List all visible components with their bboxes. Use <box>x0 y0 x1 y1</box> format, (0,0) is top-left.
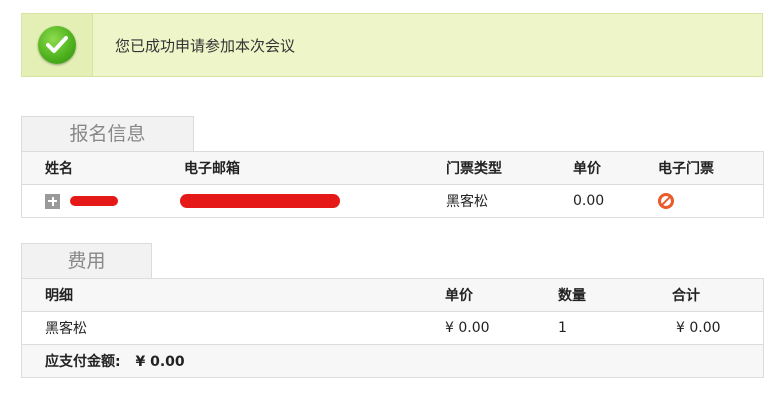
column-header-subtotal: 合计 <box>672 278 764 312</box>
column-header-eticket: 电子门票 <box>658 151 764 185</box>
ticket-type-cell: 黑客松 <box>446 184 573 218</box>
banner-icon-box <box>22 14 93 76</box>
fee-price-cell: ¥ 0.00 <box>445 311 558 345</box>
table-row: 黑客松 ¥ 0.00 1 ¥ 0.00 <box>21 311 764 345</box>
column-header-item: 明细 <box>21 278 445 312</box>
prohibited-icon <box>658 193 674 209</box>
column-header-price: 单价 <box>573 151 658 185</box>
tab-fees: 费用 <box>21 243 152 279</box>
column-header-email: 电子邮箱 <box>184 151 446 185</box>
eticket-cell <box>658 184 764 218</box>
fee-quantity-cell: 1 <box>558 311 672 345</box>
price-cell: 0.00 <box>573 184 658 218</box>
total-row: 应支付金额: ¥ 0.00 <box>21 344 764 378</box>
column-header-name: 姓名 <box>21 151 184 185</box>
total-amount: ¥ 0.00 <box>135 354 185 370</box>
column-header-quantity: 数量 <box>558 278 672 312</box>
column-header-ticket-type: 门票类型 <box>446 151 573 185</box>
success-banner: 您已成功申请参加本次会议 <box>21 13 763 77</box>
tab-registration-info: 报名信息 <box>21 116 194 152</box>
fees-table: 明细 单价 数量 合计 黑客松 ¥ 0.00 1 ¥ 0.00 应支付金额: ¥… <box>21 278 764 378</box>
attendee-name-cell <box>21 184 184 218</box>
table-header-row: 姓名 电子邮箱 门票类型 单价 电子门票 <box>21 151 764 185</box>
column-header-unit-price: 单价 <box>445 278 558 312</box>
redacted-email <box>180 194 340 208</box>
attendee-email-cell <box>180 184 446 218</box>
total-label: 应支付金额: <box>45 354 121 370</box>
redacted-name <box>70 196 119 206</box>
fee-subtotal-cell: ¥ 0.00 <box>672 311 764 345</box>
total-cell: 应支付金额: ¥ 0.00 <box>21 344 764 378</box>
expand-plus-icon[interactable] <box>45 193 60 209</box>
table-header-row: 明细 单价 数量 合计 <box>21 278 764 312</box>
registration-table: 姓名 电子邮箱 门票类型 单价 电子门票 黑客松 0.00 <box>21 151 764 218</box>
table-row: 黑客松 0.00 <box>21 184 764 218</box>
fee-item-cell: 黑客松 <box>21 311 445 345</box>
check-circle-icon <box>38 26 76 64</box>
success-message: 您已成功申请参加本次会议 <box>115 37 296 55</box>
